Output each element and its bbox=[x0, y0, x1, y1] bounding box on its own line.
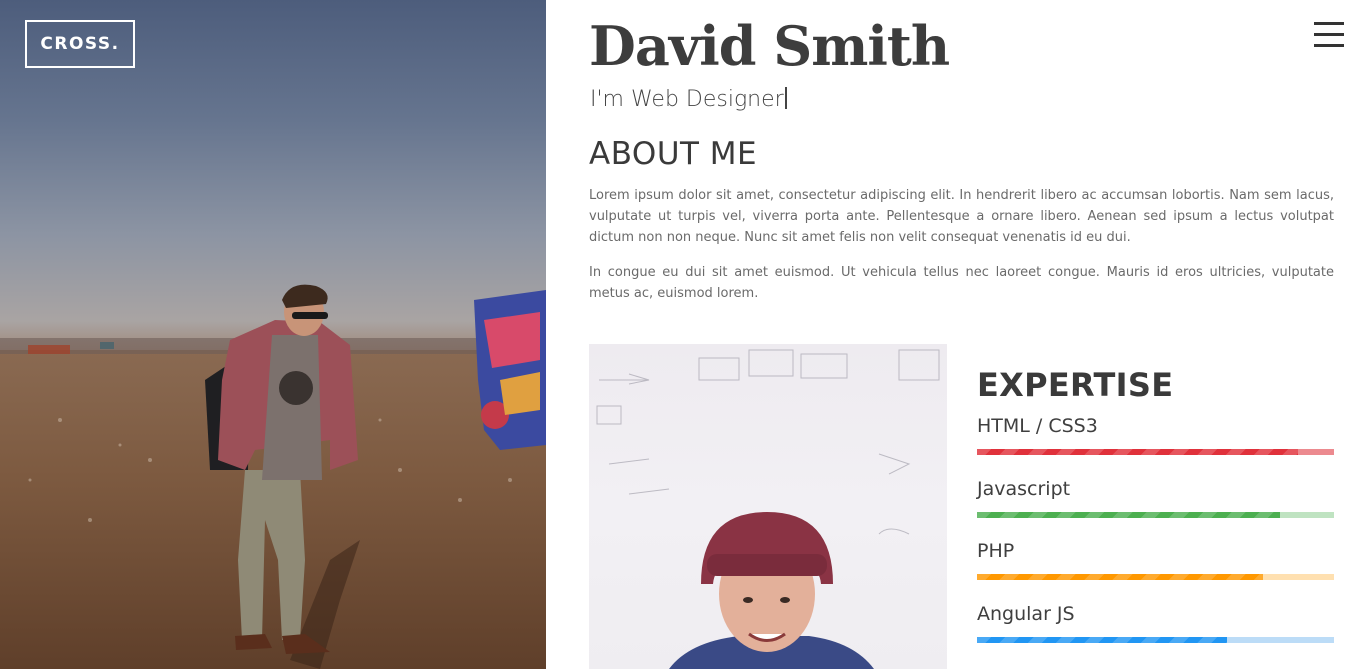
skill-label-html-css: HTML / CSS3 bbox=[977, 415, 1098, 437]
about-paragraph-1: Lorem ipsum dolor sit amet, consectetur … bbox=[589, 188, 1334, 245]
skill-label-javascript: Javascript bbox=[977, 478, 1071, 500]
skill-bar-fill bbox=[977, 512, 1281, 518]
expertise-title: EXPERTISE bbox=[977, 366, 1174, 404]
profile-photo bbox=[589, 344, 947, 669]
skill-bar-fill bbox=[977, 637, 1227, 643]
profile-name: David Smith bbox=[589, 14, 950, 78]
about-paragraph-2: In congue eu dui sit amet euismod. Ut ve… bbox=[589, 265, 1334, 301]
menu-line-1 bbox=[1314, 22, 1344, 25]
skill-bar-angular-js bbox=[977, 637, 1334, 643]
skill-bar-php bbox=[977, 574, 1334, 580]
menu-line-3 bbox=[1314, 44, 1344, 47]
skill-bar-html-css bbox=[977, 449, 1334, 455]
profile-photo-illustration bbox=[596, 349, 940, 669]
menu-line-2 bbox=[1314, 33, 1344, 36]
about-title: ABOUT ME bbox=[589, 136, 758, 172]
typing-caret bbox=[784, 87, 787, 109]
skill-label-php: PHP bbox=[977, 540, 1015, 562]
skill-bar-fill bbox=[977, 574, 1263, 580]
skill-bar-javascript bbox=[977, 512, 1334, 518]
tagline-text: I'm Web Designer bbox=[590, 87, 784, 112]
skill-bar-fill bbox=[977, 449, 1299, 455]
hero-photo-illustration bbox=[0, 284, 546, 669]
profile-tagline: I'm Web Designer bbox=[590, 87, 787, 112]
skill-label-angular-js: Angular JS bbox=[977, 603, 1075, 625]
hero-photo: CROSS. bbox=[0, 0, 546, 669]
site-logo[interactable]: CROSS. bbox=[25, 20, 135, 68]
hamburger-menu-icon[interactable] bbox=[1314, 22, 1344, 48]
